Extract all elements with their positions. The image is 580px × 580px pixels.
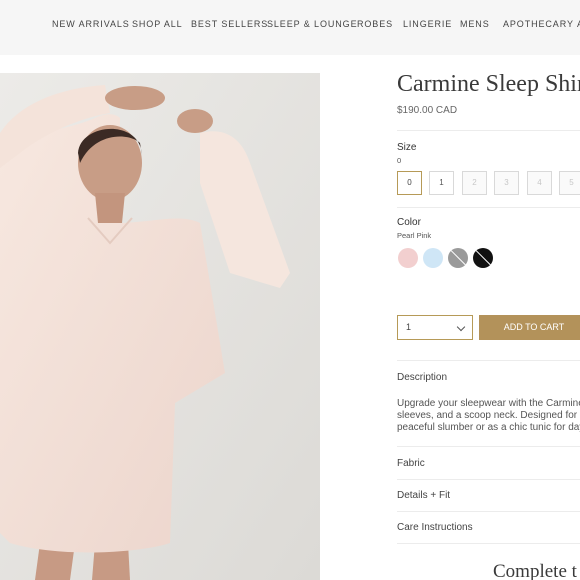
color-swatch-light-blue[interactable] <box>423 248 443 268</box>
nav-item-lingerie[interactable]: LINGERIE <box>403 19 452 29</box>
description-line: Upgrade your sleepwear with the Carmine <box>397 398 580 409</box>
description-line: sleeves, and a scoop neck. Designed for … <box>397 410 580 421</box>
description-text: Upgrade your sleepwear with the Carmine … <box>397 398 580 434</box>
color-swatch-black[interactable] <box>473 248 493 268</box>
nav-item-shop-all[interactable]: SHOP ALL <box>132 19 183 29</box>
color-swatch-grey[interactable] <box>448 248 468 268</box>
size-option-2[interactable]: 2 <box>462 171 487 195</box>
size-selected-value: 0 <box>397 156 402 165</box>
product-price: $190.00 CAD <box>397 105 458 116</box>
unavailable-slash-icon <box>449 248 467 267</box>
divider <box>397 207 580 208</box>
size-option-4[interactable]: 4 <box>527 171 552 195</box>
nav-item-apothecary[interactable]: APOTHECARY <box>503 19 574 29</box>
top-navigation: NEW ARRIVALS SHOP ALL BEST SELLERS SLEEP… <box>0 0 580 55</box>
complete-the-look-heading: Complete t <box>493 561 577 580</box>
color-swatch-pearl-pink[interactable] <box>398 248 418 268</box>
quantity-select[interactable]: 1 <box>397 315 473 340</box>
product-image[interactable] <box>0 73 320 580</box>
nav-item-new-arrivals[interactable]: NEW ARRIVALS <box>52 19 130 29</box>
color-selected-value: Pearl Pink <box>397 231 432 240</box>
nav-item-sleep-lounge[interactable]: SLEEP & LOUNGE <box>267 19 357 29</box>
nav-item-mens[interactable]: MENS <box>460 19 490 29</box>
accordion-details-fit[interactable]: Details + Fit <box>397 490 450 501</box>
size-option-0[interactable]: 0 <box>397 171 422 195</box>
size-option-5[interactable]: 5 <box>559 171 580 195</box>
accordion-description[interactable]: Description <box>397 372 447 383</box>
unavailable-slash-icon <box>474 248 492 267</box>
accordion-care-instructions[interactable]: Care Instructions <box>397 522 473 533</box>
accordion-fabric[interactable]: Fabric <box>397 458 425 469</box>
divider <box>397 543 580 544</box>
product-title: Carmine Sleep Shirt <box>397 71 580 97</box>
product-photo-illustration <box>0 73 320 580</box>
divider <box>397 479 580 480</box>
divider <box>397 360 580 361</box>
description-line: peaceful slumber or as a chic tunic for … <box>397 422 580 433</box>
nav-item-best-sellers[interactable]: BEST SELLERS <box>191 19 268 29</box>
size-label: Size <box>397 142 417 153</box>
divider <box>397 130 580 131</box>
size-option-1[interactable]: 1 <box>429 171 454 195</box>
chevron-down-icon <box>456 322 466 332</box>
color-label: Color <box>397 217 421 228</box>
size-option-3[interactable]: 3 <box>494 171 519 195</box>
quantity-value: 1 <box>406 322 412 332</box>
divider <box>397 511 580 512</box>
add-to-cart-button[interactable]: ADD TO CART <box>479 315 580 340</box>
divider <box>397 446 580 447</box>
nav-item-robes[interactable]: ROBES <box>357 19 393 29</box>
